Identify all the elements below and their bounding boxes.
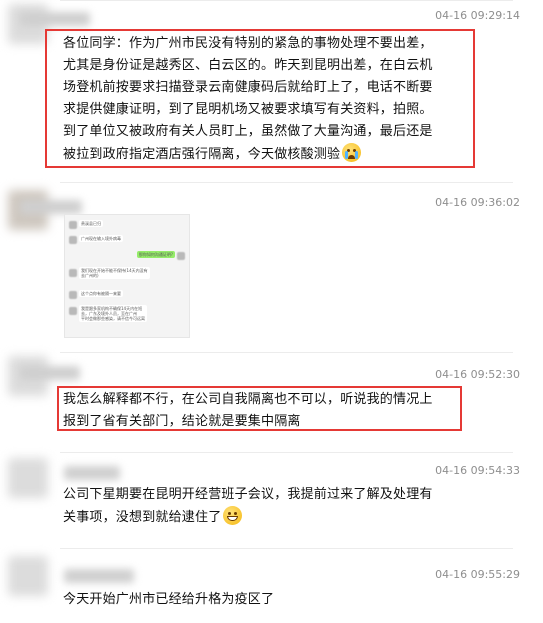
message-separator bbox=[60, 452, 513, 453]
sender-name bbox=[20, 200, 82, 214]
screenshot-avatar bbox=[177, 252, 185, 260]
screenshot-bubble-self: 那你如何沟通证明? bbox=[136, 251, 175, 258]
message-timestamp: 04-16 09:29:14 bbox=[435, 9, 520, 22]
screenshot-bubble: 我们现在开始不能不保持(14天内没有 去广州的) bbox=[79, 267, 150, 279]
message-text: 今天开始广州市已经给升格为疫区了 bbox=[63, 589, 274, 611]
message-timestamp: 04-16 09:52:30 bbox=[435, 368, 520, 381]
message-text: 公司下星期要在昆明开经营班子会议，我提前过来了解及处理有 关事项，没想到就给逮住… bbox=[63, 484, 433, 529]
chat-screenshot-image[interactable]: 贵溪县已归 广州现在输入境外病毒 那你如何沟通证明? 我们现在开始不能不保持(1… bbox=[64, 214, 190, 338]
sender-name bbox=[20, 366, 80, 380]
message-separator bbox=[60, 182, 513, 183]
screenshot-avatar bbox=[69, 221, 77, 229]
screenshot-bubble: 广州现在输入境外病毒 bbox=[79, 235, 123, 242]
message-timestamp: 04-16 09:36:02 bbox=[435, 196, 520, 209]
sender-name bbox=[64, 466, 120, 480]
message-line: 关事项，没想到就给逮住了 bbox=[63, 510, 222, 525]
screenshot-avatar bbox=[69, 236, 77, 244]
message-separator bbox=[60, 0, 513, 1]
avatar[interactable] bbox=[8, 556, 48, 596]
message-timestamp: 04-16 09:54:33 bbox=[435, 464, 520, 477]
message-line: 今天开始广州市已经给升格为疫区了 bbox=[63, 592, 275, 607]
screenshot-bubble: 这个点你有被隔一来要 bbox=[79, 290, 123, 297]
screenshot-bubble: 贵溪县已归 bbox=[79, 220, 103, 227]
message-separator bbox=[60, 548, 513, 549]
message-line: 公司下星期要在昆明开经营班子会议，我提前过来了解及处理有 bbox=[63, 487, 433, 502]
screenshot-avatar bbox=[69, 307, 77, 315]
screenshot-bubble: 我是跟多家机构不确保14天内在短 去，广东及境外人员，至在广州 平时会做那些感染… bbox=[79, 305, 147, 322]
screenshot-avatar bbox=[69, 291, 77, 299]
message-timestamp: 04-16 09:55:29 bbox=[435, 568, 520, 581]
screenshot-avatar bbox=[69, 269, 77, 277]
highlight-box bbox=[57, 386, 462, 431]
grinning-face-icon bbox=[223, 506, 243, 525]
message-line-with-emoji: 关事项，没想到就给逮住了 bbox=[63, 506, 433, 529]
highlight-box bbox=[45, 29, 475, 168]
sender-name bbox=[20, 12, 90, 26]
avatar[interactable] bbox=[8, 458, 48, 498]
sender-name bbox=[64, 569, 134, 583]
message-separator bbox=[60, 352, 513, 353]
